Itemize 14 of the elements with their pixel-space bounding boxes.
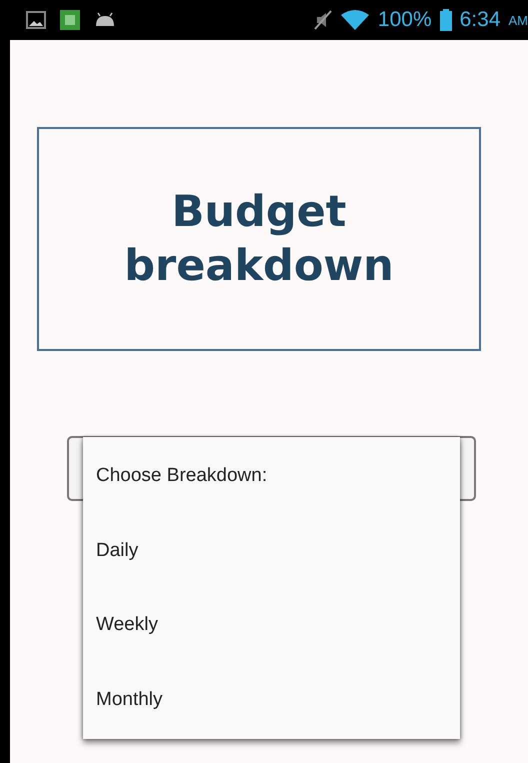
picture-icon: [26, 11, 46, 29]
clock-meridiem: AM: [508, 12, 528, 28]
battery-icon: [440, 9, 452, 31]
menu-option[interactable]: Choose Breakdown:: [83, 439, 460, 514]
menu-option[interactable]: Weekly: [83, 588, 460, 662]
wifi-icon: [340, 9, 370, 31]
menu-option[interactable]: Daily: [83, 514, 460, 588]
battery-percent: 100%: [378, 8, 432, 32]
app-icon: [60, 10, 80, 30]
menu-option[interactable]: Monthly: [83, 662, 460, 737]
clock-time: 6:34: [460, 8, 500, 32]
android-icon: [94, 12, 116, 28]
title: Budget breakdown: [123, 186, 395, 293]
mute-icon: [314, 10, 332, 30]
